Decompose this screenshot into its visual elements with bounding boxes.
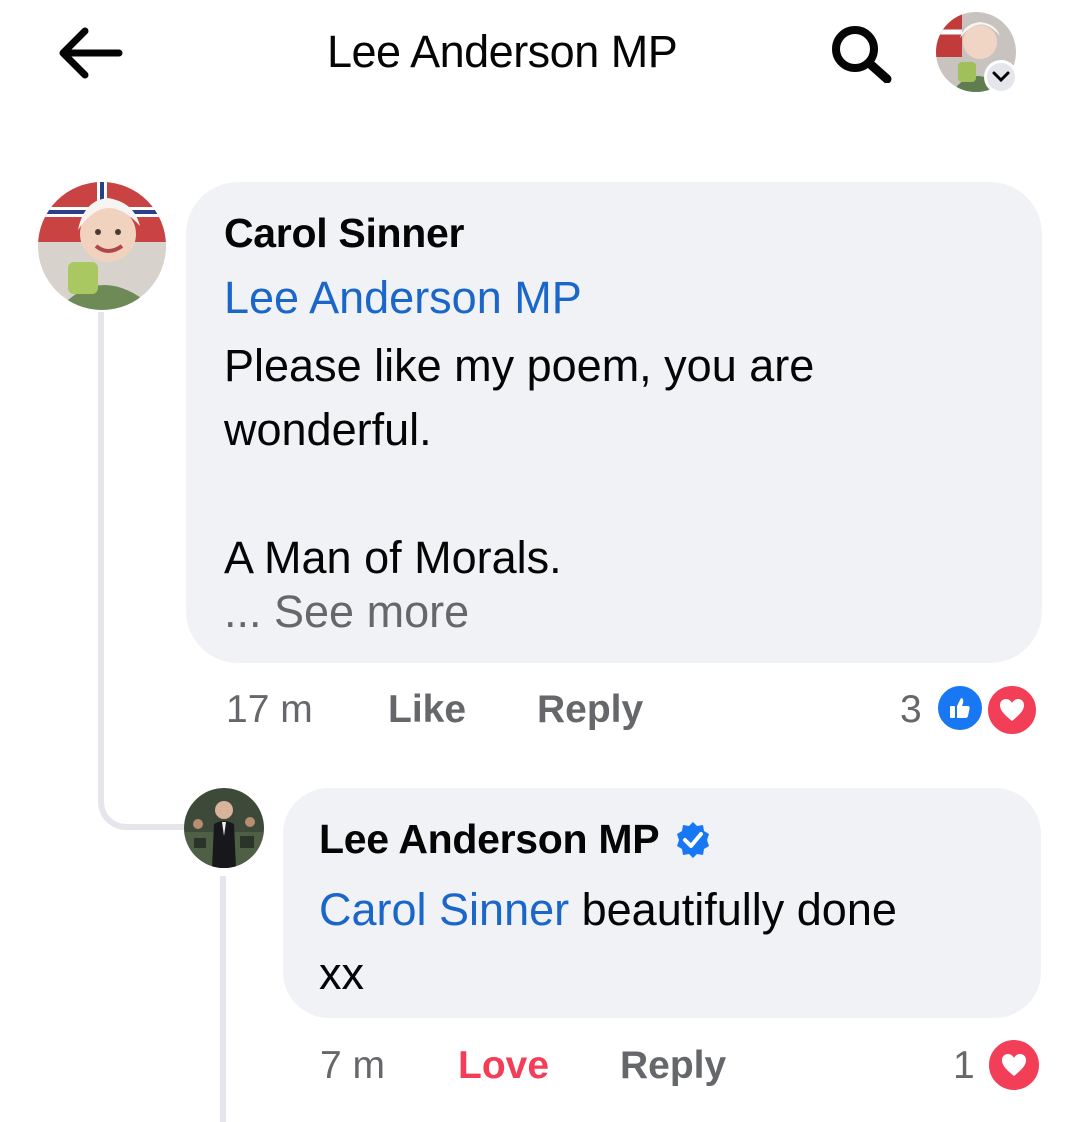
back-button[interactable] (52, 20, 128, 86)
comment-bubble[interactable]: Carol Sinner Lee Anderson MP Please like… (186, 182, 1042, 663)
avatar[interactable] (184, 788, 264, 868)
profile-menu-button[interactable] (936, 12, 1022, 98)
reply-bubble[interactable]: Lee Anderson MP Carol Sinner beautifully… (283, 788, 1041, 1018)
arrow-left-icon (59, 27, 123, 79)
reply-button[interactable]: Reply (537, 688, 643, 732)
see-more-link[interactable]: ... See more (224, 586, 469, 638)
mention-link[interactable]: Lee Anderson MP (224, 272, 582, 324)
love-button[interactable]: Love (458, 1044, 549, 1088)
reply-author-row: Lee Anderson MP (319, 816, 713, 863)
reaction-count[interactable]: 1 (953, 1044, 975, 1088)
reply-body: Carol Sinner beautifully done xx (319, 878, 999, 1006)
top-bar: Lee Anderson MP (0, 0, 1080, 110)
reply-button[interactable]: Reply (620, 1044, 726, 1088)
comment-author[interactable]: Carol Sinner (224, 210, 464, 257)
verified-badge-icon (673, 820, 713, 860)
reply-text: beautifully done (569, 884, 897, 935)
reply-text: xx (319, 948, 364, 999)
like-icon[interactable] (934, 682, 986, 734)
search-button[interactable] (826, 22, 896, 84)
comment-text: Please like my poem, you are wonderful. (224, 340, 815, 455)
thread-connector (98, 770, 188, 830)
reply-author[interactable]: Lee Anderson MP (319, 816, 660, 863)
page-title: Lee Anderson MP (327, 26, 678, 77)
search-icon (832, 26, 892, 83)
love-icon[interactable] (985, 1036, 1043, 1094)
reaction-count[interactable]: 3 (900, 688, 922, 732)
love-icon[interactable] (984, 682, 1040, 738)
comment-text: A Man of Morals. (224, 532, 562, 583)
comment-timestamp: 17 m (226, 688, 313, 731)
avatar[interactable] (38, 182, 166, 310)
thread-line (98, 312, 104, 792)
thread-line (220, 876, 226, 1122)
reply-timestamp: 7 m (320, 1044, 386, 1087)
like-button[interactable]: Like (388, 688, 466, 732)
comment-body: Please like my poem, you are wonderful. … (224, 334, 984, 590)
chevron-down-icon (984, 60, 1018, 94)
mention-link[interactable]: Carol Sinner (319, 884, 569, 935)
